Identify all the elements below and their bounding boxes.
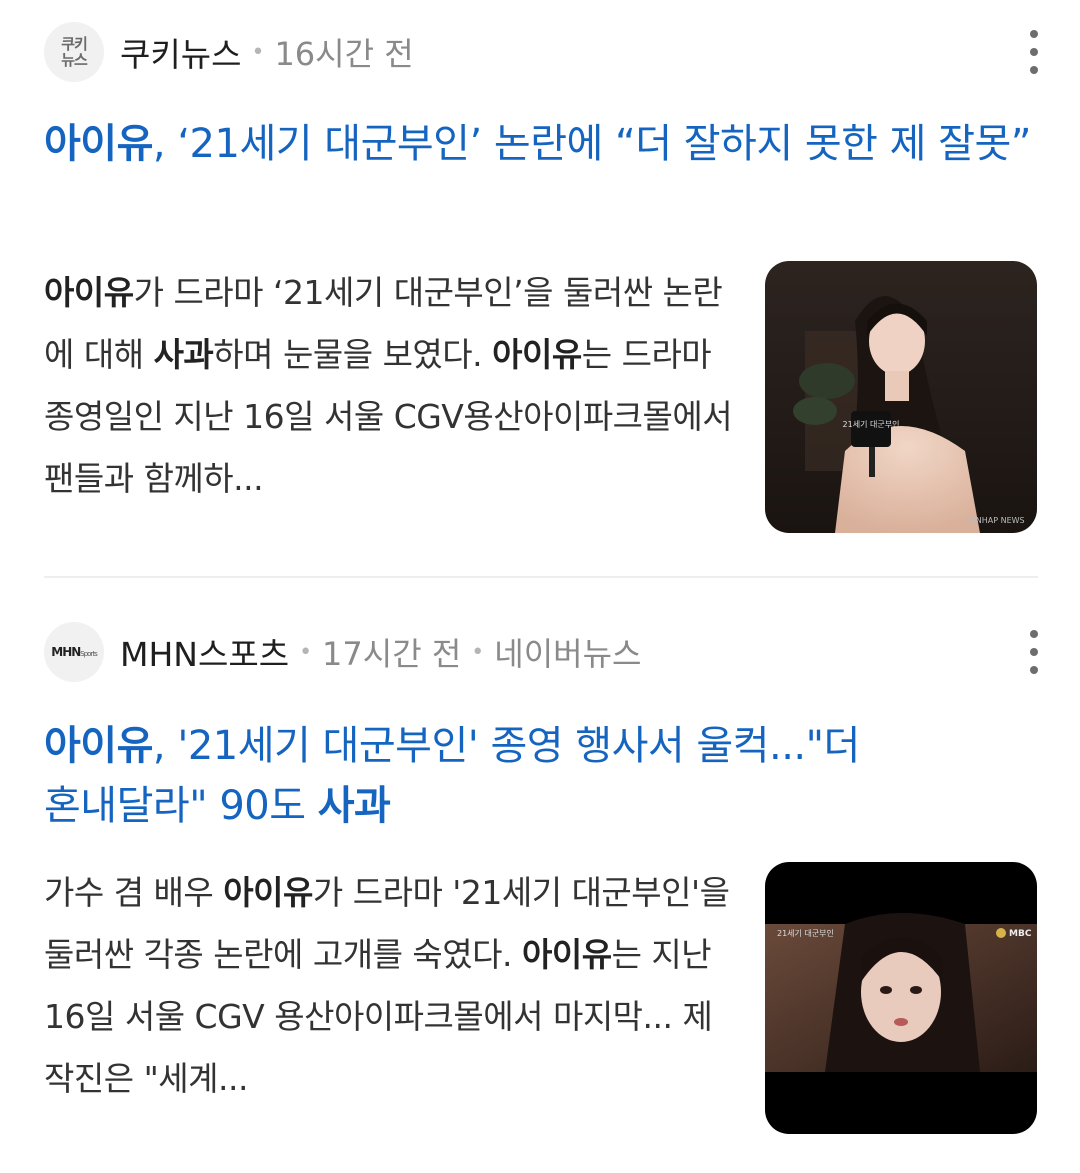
more-options-icon[interactable] — [1028, 630, 1040, 674]
snippet-text: 가수 겸 배우 — [44, 873, 224, 912]
snippet-highlight: 사과 — [153, 335, 214, 374]
article-thumbnail[interactable]: 21세기 대군부인 YONHAP NEWS — [765, 261, 1037, 533]
thumbnail-sign-text: 21세기 대군부인 — [843, 419, 900, 429]
headline-text: , ‘21세기 대군부인’ 논란에 “더 잘하지 못한 제 잘못” — [152, 121, 1032, 167]
more-options-icon[interactable] — [1028, 30, 1040, 74]
separator-dot: • — [471, 639, 485, 665]
source-logo: 쿠키 뉴스 — [44, 22, 104, 82]
headline-link[interactable]: 아이유, '21세기 대군부인' 종영 행사서 울컥..."더 혼내달라" 90… — [44, 716, 1034, 836]
logo-text: MHNSports — [51, 645, 98, 659]
logo-text-small: Sports — [80, 650, 97, 658]
source-name[interactable]: 쿠키뉴스 — [120, 28, 241, 76]
headline-bold: 아이유 — [44, 723, 153, 769]
separator-dot: • — [251, 39, 265, 65]
snippet: 가수 겸 배우 아이유가 드라마 '21세기 대군부인'을 둘러싼 각종 논란에… — [44, 862, 734, 1110]
snippet: 아이유가 드라마 ‘21세기 대군부인’을 둘러싼 논란에 대해 사과하며 눈물… — [44, 262, 734, 510]
snippet-highlight: 아이유 — [521, 935, 612, 974]
source-row: MHNSports MHN스포츠 • 17시간 전 • 네이버뉴스 — [44, 620, 641, 684]
snippet-highlight: 아이유 — [44, 273, 134, 312]
source-logo: MHNSports — [44, 622, 104, 682]
source-name[interactable]: MHN스포츠 — [120, 628, 289, 676]
timestamp: 16시간 전 — [274, 35, 414, 73]
platform-link[interactable]: 네이버뉴스 — [494, 629, 641, 675]
source-row: 쿠키 뉴스 쿠키뉴스 • 16시간 전 — [44, 20, 414, 84]
thumbnail-badge: MBC — [1009, 929, 1032, 939]
snippet-highlight: 아이유 — [492, 335, 582, 374]
item-divider — [44, 576, 1038, 578]
logo-text-bottom: 뉴스 — [61, 50, 88, 69]
timestamp: 17시간 전 — [322, 635, 462, 673]
thumbnail-watermark: YONHAP NEWS — [964, 516, 1025, 525]
headline-bold: 아이유 — [44, 121, 153, 167]
snippet-highlight: 아이유 — [223, 873, 313, 912]
thumbnail-photo: 21세기 대군부인 YONHAP NEWS — [765, 261, 1037, 533]
headline-link[interactable]: 아이유, ‘21세기 대군부인’ 논란에 “더 잘하지 못한 제 잘못” — [44, 114, 1034, 174]
thumbnail-video-frame: 21세기 대군부인 MBC — [765, 862, 1037, 1134]
thumbnail-caption: 21세기 대군부인 — [777, 928, 834, 938]
headline-text: , '21세기 대군부인' 종영 행사서 울컥..."더 혼내달라" 90도 — [44, 723, 860, 829]
logo-text-main: MHN — [51, 645, 81, 659]
snippet-text: 하며 눈물을 보였다. — [213, 335, 493, 374]
logo-text-top: 쿠키 — [61, 34, 88, 53]
headline-bold: 사과 — [317, 783, 391, 829]
article-thumbnail[interactable]: 21세기 대군부인 MBC — [765, 862, 1037, 1134]
separator-dot: • — [299, 639, 313, 665]
